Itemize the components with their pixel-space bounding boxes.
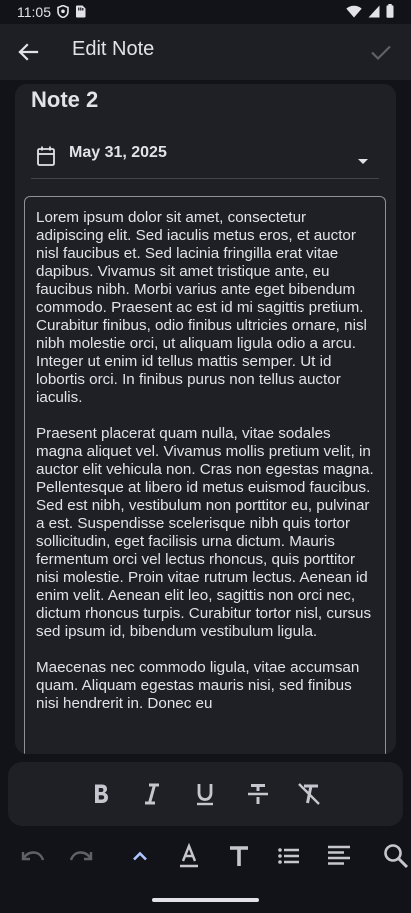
- dropdown-arrow-icon: [357, 152, 369, 170]
- signal-icon: [368, 5, 380, 23]
- note-body-editor[interactable]: Lorem ipsum dolor sit amet, consectetur …: [24, 196, 386, 754]
- page-title: Edit Note: [72, 38, 155, 60]
- undo-icon: [18, 851, 46, 874]
- italic-icon: [138, 783, 166, 812]
- back-button[interactable]: [12, 36, 44, 68]
- align-icon: [325, 845, 353, 874]
- wifi-icon: [346, 5, 362, 23]
- battery-icon: [386, 4, 394, 23]
- save-button[interactable]: [365, 36, 397, 68]
- sim-icon: [75, 5, 86, 23]
- font-size-button[interactable]: [225, 842, 253, 870]
- arrow-back-icon: [12, 43, 44, 72]
- strikethrough-button[interactable]: [244, 780, 272, 808]
- status-time: 11:05: [17, 4, 51, 20]
- bold-icon: [87, 784, 115, 812]
- note-paragraph: Maecenas nec commodo ligula, vitae accum…: [36, 659, 360, 712]
- date-value: May 31, 2025: [69, 144, 167, 161]
- note-paragraph: Praesent placerat quam nulla, vitae soda…: [36, 425, 374, 640]
- shield-icon: [57, 4, 69, 23]
- clear-format-icon: [295, 783, 323, 812]
- note-card: Note 2 May 31, 2025 Lorem ipsum dolor si…: [15, 84, 396, 754]
- redo-icon: [68, 851, 96, 874]
- note-paragraph: Lorem ipsum dolor sit amet, consectetur …: [36, 209, 367, 406]
- bold-button[interactable]: [87, 780, 115, 808]
- text-color-button[interactable]: [175, 842, 203, 870]
- underline-button[interactable]: [191, 780, 219, 808]
- calendar-icon: [36, 145, 56, 172]
- font-size-icon: [225, 846, 253, 874]
- search-icon: [382, 844, 410, 874]
- chevron-up-icon: [126, 851, 154, 874]
- list-icon: [275, 848, 303, 874]
- undo-button[interactable]: [18, 842, 46, 870]
- collapse-button[interactable]: [126, 842, 154, 870]
- bullet-list-button[interactable]: [275, 842, 303, 870]
- date-picker[interactable]: May 31, 2025: [31, 138, 379, 179]
- status-bar: 11:05: [0, 0, 411, 24]
- redo-button[interactable]: [68, 842, 96, 870]
- check-icon: [365, 45, 397, 72]
- clear-format-button[interactable]: [295, 780, 323, 808]
- align-button[interactable]: [325, 842, 353, 870]
- strikethrough-icon: [244, 784, 272, 812]
- note-title[interactable]: Note 2: [31, 87, 98, 113]
- home-indicator[interactable]: [152, 898, 259, 902]
- text-color-icon: [175, 842, 203, 874]
- italic-button[interactable]: [138, 780, 166, 808]
- editor-toolbar: [0, 830, 411, 880]
- format-toolbar: [8, 762, 403, 826]
- app-bar: Edit Note: [0, 24, 411, 80]
- search-button[interactable]: [382, 842, 410, 870]
- underline-icon: [191, 784, 219, 812]
